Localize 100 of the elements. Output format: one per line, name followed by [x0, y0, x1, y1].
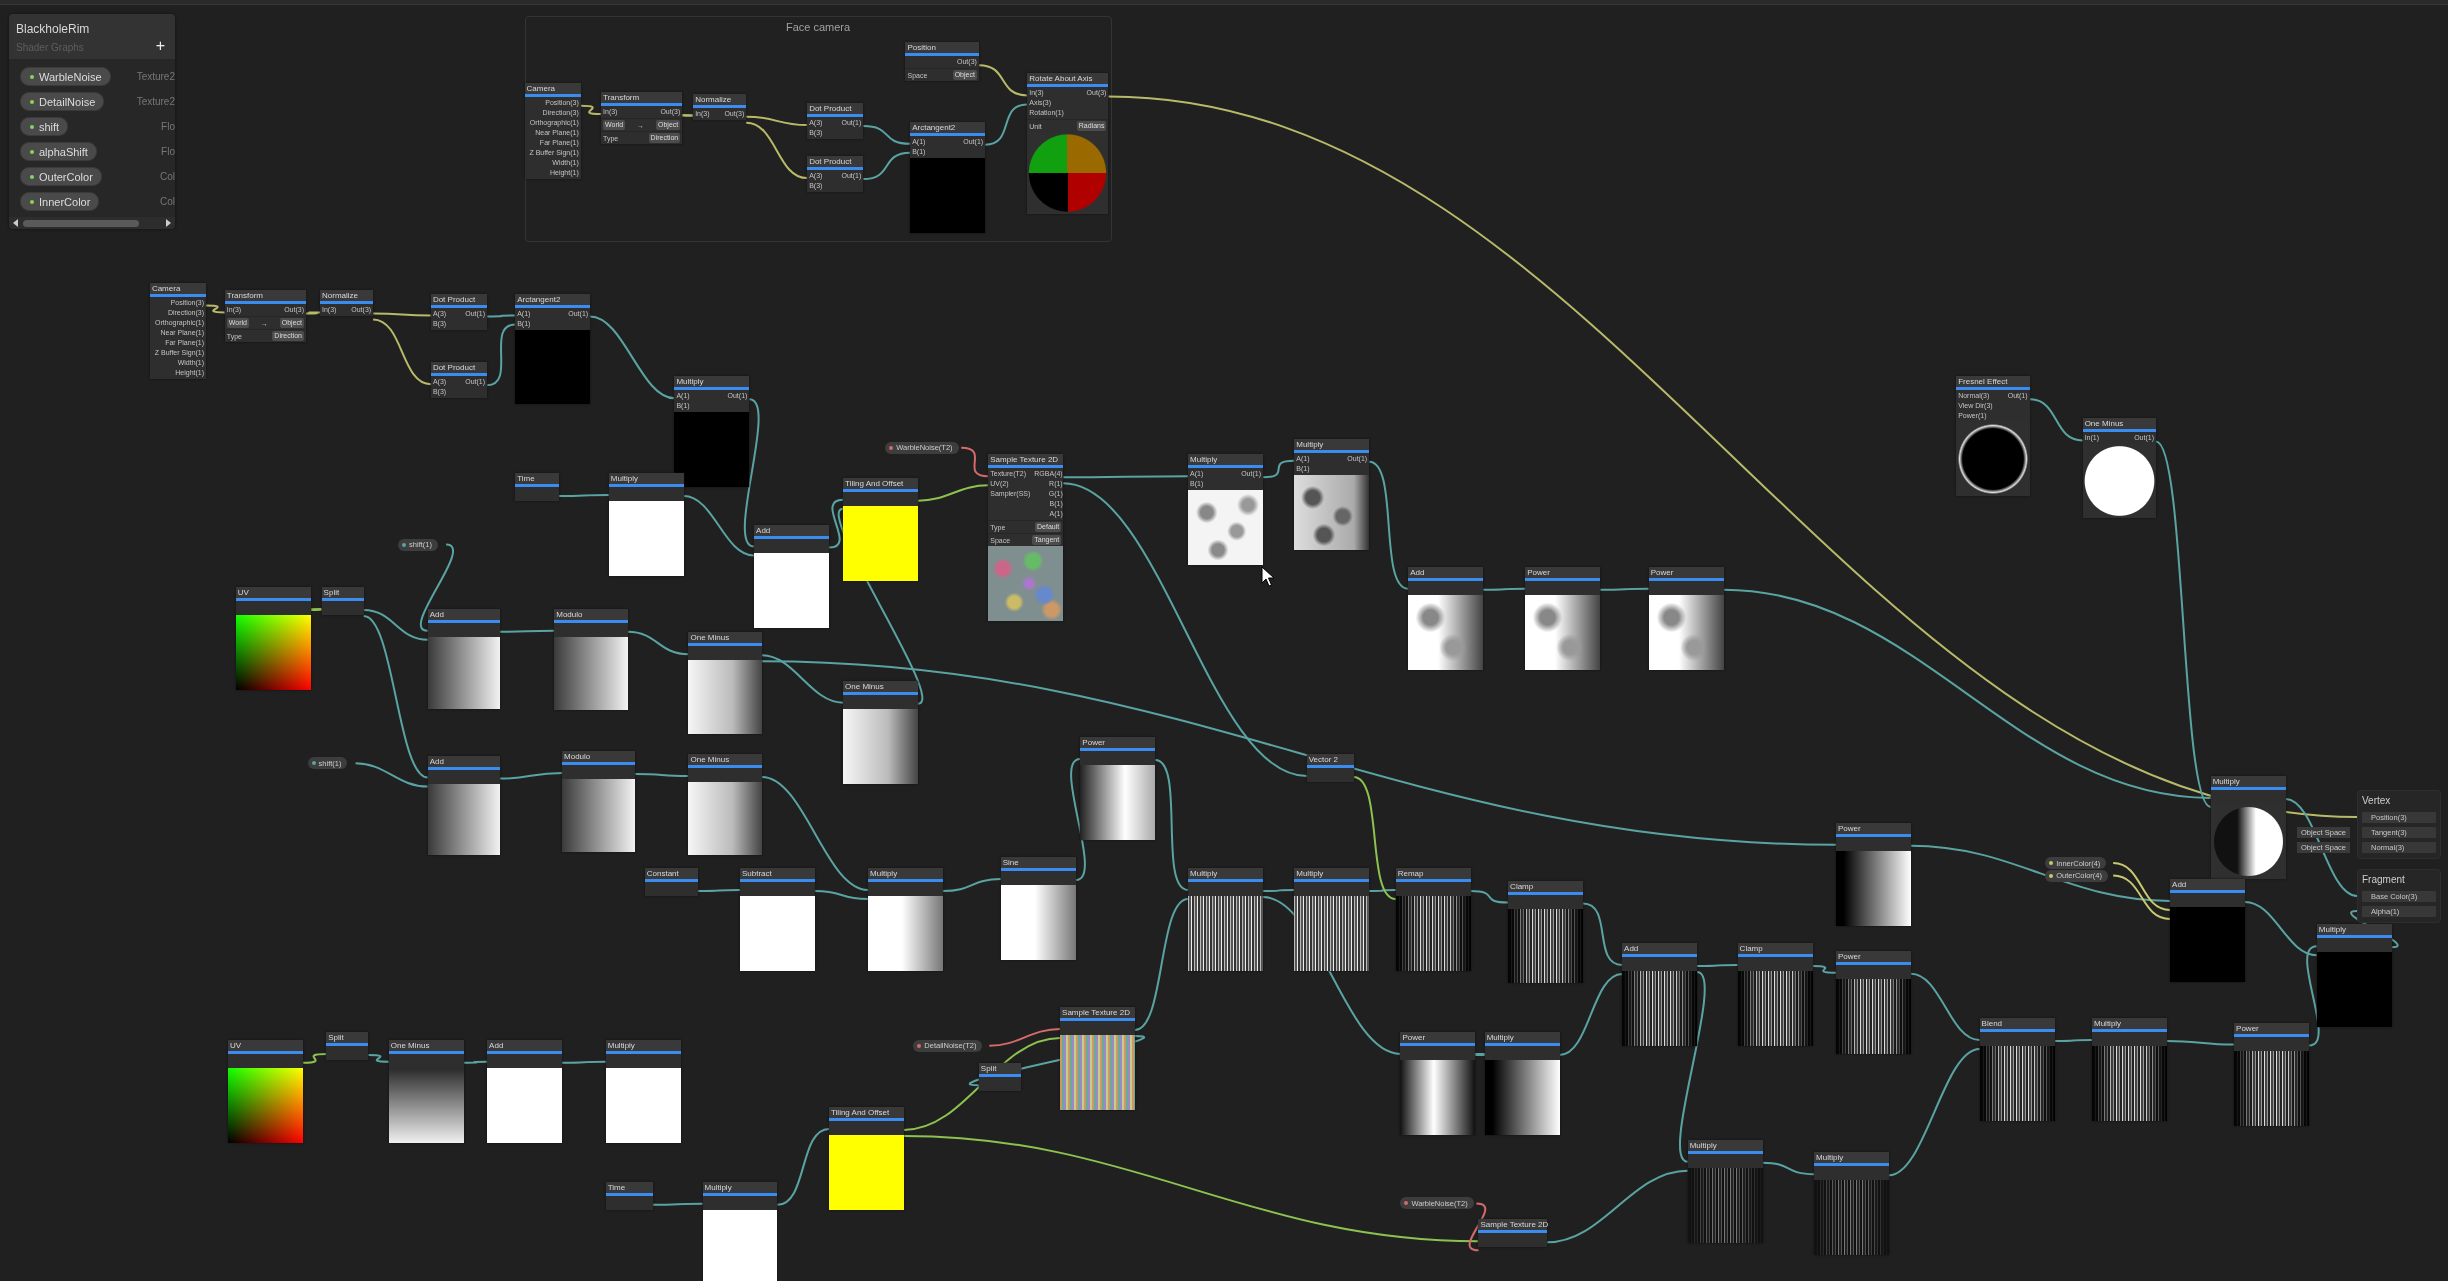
graph-node[interactable]: Multiply: [1484, 1031, 1560, 1135]
graph-node[interactable]: Power: [1835, 822, 1911, 926]
connection-wire: [498, 629, 556, 633]
node-title: Modulo: [554, 608, 628, 623]
graph-node[interactable]: Multiply: [1294, 868, 1370, 971]
graph-node[interactable]: Time: [605, 1181, 653, 1210]
node-title: Multiply: [1814, 1152, 1890, 1167]
graph-node[interactable]: Remap: [1395, 868, 1471, 971]
node-title: Power: [2234, 1022, 2309, 1037]
node-title: Multiply: [1294, 868, 1370, 882]
graph-node[interactable]: Time: [515, 473, 559, 502]
graph-node[interactable]: Multiply: [2210, 775, 2286, 879]
node-title: Power: [1835, 950, 1911, 965]
node-title: Multiply: [702, 1181, 778, 1196]
graph-node[interactable]: Multiply: [1814, 1152, 1890, 1256]
node-title: Power: [1648, 566, 1724, 581]
graph-node[interactable]: Power: [1400, 1031, 1476, 1135]
graph-node[interactable]: UV: [227, 1039, 303, 1143]
graph-node[interactable]: Tiling And Offset: [843, 477, 918, 581]
scroll-left-icon[interactable]: [13, 219, 19, 227]
property-chip[interactable]: WarbleNoise: [20, 67, 111, 86]
graph-node[interactable]: Power: [1080, 736, 1156, 840]
connection-wire: [557, 494, 610, 498]
node-title: Add: [754, 524, 829, 539]
add-button[interactable]: +: [155, 39, 165, 53]
graph-node[interactable]: Multiply: [868, 868, 943, 971]
graph-node[interactable]: Power: [2234, 1022, 2309, 1126]
node-title: Constant: [644, 868, 698, 882]
graph-node[interactable]: Vector 2: [1306, 754, 1354, 783]
graph-node[interactable]: Multiply: [605, 1039, 681, 1143]
node-title: Split: [978, 1063, 1021, 1078]
node-title: One Minus: [843, 680, 918, 695]
node-title: Split: [321, 587, 364, 601]
graph-node[interactable]: Multiply: [608, 473, 684, 576]
graph-node[interactable]: Clamp: [1737, 942, 1813, 1046]
graph-node[interactable]: One Minus: [688, 632, 762, 734]
connection-wire: [205, 304, 226, 314]
scrollbar-thumb[interactable]: [23, 219, 139, 227]
graph-node[interactable]: Split: [326, 1031, 369, 1060]
graph-node[interactable]: Modulo: [554, 608, 628, 711]
node-title: Multiply: [2316, 924, 2392, 939]
graph-node[interactable]: Split: [978, 1063, 1021, 1092]
graph-node[interactable]: Multiply: [1188, 868, 1263, 971]
graph-node[interactable]: Multiply: [2092, 1017, 2167, 1121]
graph-node[interactable]: Power: [1525, 566, 1601, 670]
property-type: Flo: [161, 146, 175, 157]
node-title: Power: [1080, 736, 1156, 751]
node-title: Modulo: [562, 750, 636, 765]
graph-node[interactable]: Constant: [644, 868, 698, 896]
graph-node[interactable]: Split: [321, 587, 364, 615]
graph-node[interactable]: Clamp: [1508, 880, 1584, 984]
connection-wire: [367, 1053, 390, 1063]
graph-node[interactable]: Add: [1408, 566, 1484, 670]
node-title: Sample Texture 2D: [988, 454, 1064, 469]
graph-node[interactable]: Power: [1835, 950, 1911, 1054]
node-title: Multiply: [1484, 1031, 1560, 1046]
graph-title: BlackholeRim: [16, 22, 90, 36]
node-title: Multiply: [1294, 438, 1370, 453]
graph-node[interactable]: Modulo: [562, 750, 636, 853]
node-title: Clamp: [1737, 942, 1813, 957]
graph-node[interactable]: Multiply: [2316, 924, 2392, 1028]
connection-wire: [977, 64, 1029, 97]
graph-node[interactable]: One Minus: [843, 680, 918, 784]
node-title: Multiply: [605, 1039, 681, 1054]
graph-node[interactable]: Multiply: [702, 1181, 778, 1281]
graph-node[interactable]: Add: [754, 524, 829, 628]
property-chip[interactable]: shift: [20, 117, 69, 136]
node-title: Multiply: [608, 473, 684, 488]
graph-node[interactable]: Power: [1648, 566, 1724, 670]
graph-node[interactable]: One Minus: [388, 1039, 464, 1143]
graph-node[interactable]: Add: [427, 755, 500, 856]
graph-node[interactable]: Add: [1622, 942, 1697, 1046]
graph-node[interactable]: Tiling And Offset: [829, 1106, 904, 1210]
connection-wire: [941, 878, 1002, 893]
property-chip[interactable]: InnerColor: [20, 192, 100, 211]
node-title: Transform: [601, 92, 683, 107]
graph-node[interactable]: Sine: [1000, 857, 1076, 961]
connection-wire: [309, 608, 323, 611]
graph-node[interactable]: Multiply: [1687, 1139, 1763, 1243]
property-chip[interactable]: DetailNoise: [20, 92, 105, 111]
graph-node[interactable]: UV: [235, 587, 311, 690]
graph-node[interactable]: Add: [487, 1039, 563, 1143]
graph-node[interactable]: Add: [2170, 878, 2245, 982]
node-title: Add: [1622, 942, 1697, 957]
node-title: Add: [427, 755, 500, 770]
graph-node[interactable]: Sample Texture 2D: [1478, 1219, 1548, 1248]
graph-node[interactable]: One Minus: [688, 754, 762, 856]
stack-title: Fragment: [2362, 873, 2406, 887]
connection-wire: [301, 1052, 328, 1064]
property-type: Col: [160, 171, 175, 182]
scroll-right-icon[interactable]: [165, 219, 171, 227]
graph-node[interactable]: Sample Texture 2D: [1060, 1006, 1135, 1110]
property-chip[interactable]: OuterColor: [20, 167, 102, 186]
node-title: Multiply: [1687, 1139, 1763, 1154]
graph-node[interactable]: Subtract: [740, 868, 815, 971]
graph-node[interactable]: Add: [427, 608, 500, 709]
node-title: Add: [427, 608, 500, 623]
graph-node[interactable]: Blend: [1979, 1017, 2055, 1121]
property-chip[interactable]: alphaShift: [20, 142, 97, 161]
node-title: Power: [1400, 1031, 1476, 1046]
